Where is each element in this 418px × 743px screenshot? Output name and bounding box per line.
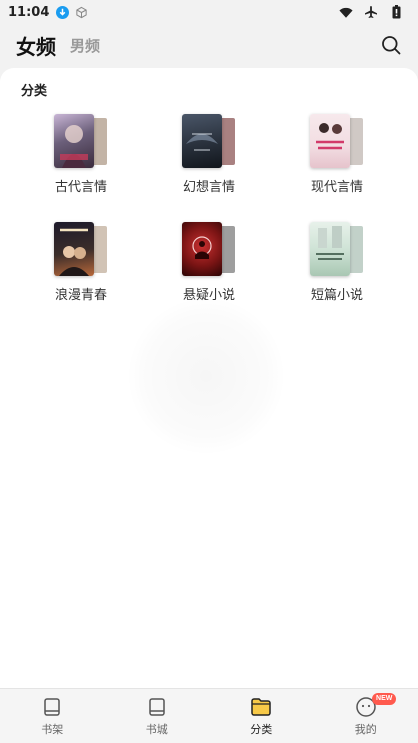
category-item[interactable]: 浪漫青春 (17, 220, 145, 308)
nav-bookstore[interactable]: 书城 (105, 689, 210, 743)
cover-front-image (54, 222, 94, 276)
folder-icon (250, 696, 272, 718)
nav-label: 书城 (145, 722, 168, 736)
category-label: 浪漫青春 (54, 288, 107, 303)
wifi-icon (339, 5, 353, 19)
category-cover (310, 112, 364, 168)
nav-label: 分类 (250, 722, 273, 736)
category-cover (182, 112, 236, 168)
category-item[interactable]: 现代言情 (273, 112, 401, 200)
search-icon[interactable] (380, 34, 402, 56)
tab-female[interactable]: 女频 (16, 31, 56, 60)
bookshelf-icon (41, 696, 63, 718)
channel-header: 女频 男频 (0, 28, 418, 62)
category-item[interactable]: 幻想言情 (145, 112, 273, 200)
category-item[interactable]: 悬疑小说 (145, 220, 273, 308)
cover-front-image (310, 222, 350, 276)
cover-front-image (310, 114, 350, 168)
category-label: 短篇小说 (310, 288, 363, 303)
status-bar: 11:04 (0, 0, 418, 24)
nav-label: 书架 (41, 722, 64, 736)
new-badge: NEW (372, 693, 397, 705)
battery-icon (389, 5, 403, 19)
nav-profile[interactable]: NEW 我的 (314, 689, 418, 743)
category-label: 现代言情 (310, 180, 363, 195)
nav-label: 我的 (354, 722, 377, 736)
airplane-icon (364, 5, 378, 19)
category-label: 古代言情 (54, 180, 107, 195)
category-grid: 古代言情 幻想言情 现代言情 浪漫青春 悬疑小说 短篇小说 (17, 112, 401, 308)
category-item[interactable]: 古代言情 (17, 112, 145, 200)
category-label: 幻想言情 (182, 180, 235, 195)
cover-front-image (182, 114, 222, 168)
category-item[interactable]: 短篇小说 (273, 220, 401, 308)
tab-male[interactable]: 男频 (70, 35, 100, 56)
cover-front-image (54, 114, 94, 168)
category-cover (54, 112, 108, 168)
section-title: 分类 (21, 84, 48, 99)
category-cover (54, 220, 108, 276)
category-panel: 分类 古代言情 幻想言情 现代言情 浪漫青春 悬疑小说 短篇小说 (0, 68, 418, 688)
nav-bookshelf[interactable]: 书架 (0, 689, 105, 743)
category-cover (310, 220, 364, 276)
category-cover (182, 220, 236, 276)
cover-front-image (182, 222, 222, 276)
nav-category[interactable]: 分类 (209, 689, 314, 743)
background-glow (128, 298, 284, 454)
download-icon (55, 5, 69, 19)
bottom-nav: 书架 书城 分类 NEW 我的 (0, 688, 418, 743)
cube-icon (74, 5, 88, 19)
status-time: 11:04 (8, 4, 50, 20)
book-icon (146, 696, 168, 718)
